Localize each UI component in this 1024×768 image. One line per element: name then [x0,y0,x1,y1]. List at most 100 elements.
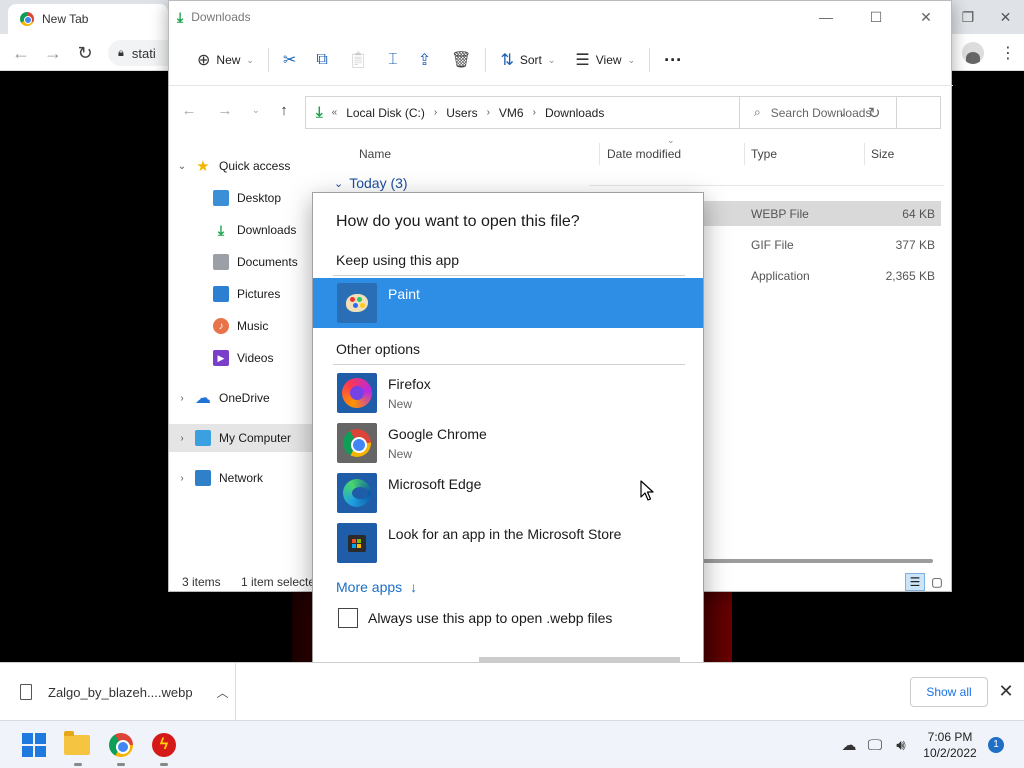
breadcrumb-chevron-icon: › [433,107,438,118]
back-icon[interactable]: ← [10,42,32,64]
more-button[interactable]: ··· [654,44,692,76]
system-tray: ☁ 🖵︎ 🔊︎ [836,721,914,768]
reload-icon[interactable]: ↻ [74,42,96,64]
open-with-dialog: How do you want to open this file? Keep … [312,192,704,715]
profile-icon[interactable] [962,41,984,64]
breadcrumb-users[interactable]: Users [446,106,477,120]
taskbar-red-app[interactable]: ϟ [150,731,178,766]
nav-label: Pictures [237,287,281,301]
file-row[interactable]: WEBP File 64 KB [703,201,941,226]
paste-button[interactable]: 📋︎ [338,44,378,76]
onedrive-offline-icon[interactable]: ☁ [836,736,862,754]
chevron-up-icon[interactable]: ︿ [217,684,229,701]
omnibox[interactable]: 🔒︎ stati [108,40,168,66]
chevron-down-icon: ⌄ [547,54,556,65]
horizontal-scrollbar[interactable] [703,559,933,563]
paint-icon [337,283,377,323]
chevron-down-icon: ⌄ [627,54,636,65]
close-icon[interactable]: ✕ [1000,9,1012,26]
column-name[interactable]: Name [359,147,391,161]
network-icon[interactable]: 🖵︎ [862,737,888,754]
folder-icon [64,731,90,755]
music-icon: ♪ [213,318,229,334]
maximize-icon[interactable]: ☐ [851,1,901,33]
nav-my-computer[interactable]: › My Computer [169,424,319,452]
collapsed-chevron-icon[interactable]: › [177,393,187,404]
expanded-chevron-icon[interactable]: ⌄ [177,161,187,172]
file-row[interactable]: GIF File 377 KB [703,232,941,257]
taskbar-chrome[interactable] [107,731,135,766]
taskbar-file-explorer[interactable] [64,731,92,766]
forward-icon[interactable]: → [214,100,236,122]
nav-label: Desktop [237,191,282,205]
nav-quick-access[interactable]: ⌄ ★ Quick access [177,152,327,180]
group-header[interactable]: ⌄ Today (3) [334,175,408,191]
group-header-label: Today (3) [349,175,408,191]
breadcrumb-vm6[interactable]: VM6 [499,106,524,120]
new-button[interactable]: ⊕ New ⌄ [187,44,264,76]
app-option-chrome[interactable]: Google Chrome New [313,418,703,468]
collapsed-chevron-icon[interactable]: › [177,433,187,444]
overflow-chevron-icon[interactable]: « [332,107,338,118]
close-icon[interactable]: ✕ [901,1,951,33]
volume-icon[interactable]: 🔊︎ [888,737,914,754]
clock[interactable]: 7:06 PM 10/2/2022 [918,729,982,761]
app-name: Paint [388,286,420,302]
column-size[interactable]: Size [871,147,894,161]
sort-button[interactable]: ⇅ Sort ⌄ [490,44,565,76]
nav-onedrive[interactable]: › ☁ OneDrive [177,384,327,412]
breadcrumb-local-disk[interactable]: Local Disk (C:) [346,106,425,120]
kebab-menu-icon[interactable]: ⋮ [1000,43,1016,63]
close-icon[interactable]: ✕ [996,681,1016,701]
app-option-store[interactable]: Look for an app in the Microsoft Store [313,518,703,568]
app-name: Firefox [388,376,431,392]
column-date-modified[interactable]: Date modified [607,147,681,161]
delete-button[interactable]: 🗑︎ [441,44,481,76]
always-use-checkbox[interactable] [338,608,358,628]
search-input[interactable]: ⌕ Search Downloads [739,96,941,129]
downloads-icon: ⤓ [217,221,225,238]
rename-button[interactable]: ⌶ [378,44,408,76]
minimize-icon[interactable]: — [801,1,851,33]
cut-button[interactable]: ✂ [273,44,306,76]
downloads-icon: ⤓ [177,8,184,25]
app-option-firefox[interactable]: Firefox New [313,368,703,418]
back-icon[interactable]: ← [178,100,200,122]
view-button[interactable]: ☰ View ⌄ [565,44,645,76]
share-button[interactable]: ⇪ [408,44,441,76]
windows-start-icon[interactable] [20,731,48,759]
command-bar: ⊕ New ⌄ ✂ ⧉ 📋︎ ⌶ ⇪ 🗑︎ ⇅ Sort ⌄ ☰ View ⌄ … [169,39,953,81]
running-indicator [160,763,168,766]
column-type[interactable]: Type [751,147,777,161]
copy-button[interactable]: ⧉ [306,44,337,76]
file-size: 377 KB [895,238,935,252]
up-icon[interactable]: ↑ [273,100,295,122]
desktop-icon [213,190,229,206]
show-all-button[interactable]: Show all [910,677,988,707]
view-label: View [595,53,622,67]
divider [485,48,487,72]
always-use-row[interactable]: Always use this app to open .webp files [338,608,612,628]
browser-tab[interactable]: New Tab [8,4,168,34]
arrow-down-icon: ↓ [410,579,418,595]
chrome-icon [337,423,377,463]
collapsed-chevron-icon[interactable]: › [177,473,187,484]
details-view-icon[interactable]: ☰ [905,573,925,591]
explorer-title: Downloads [191,10,251,24]
nav-network[interactable]: › Network [177,464,327,492]
download-item[interactable]: Zalgo_by_blazeh....webp ︿ [0,663,236,721]
breadcrumb-downloads[interactable]: Downloads [545,106,604,120]
sort-label: Sort [519,53,542,67]
omnibox-text: stati [131,45,156,61]
notification-badge[interactable]: 1 [988,737,1004,753]
app-option-paint[interactable]: Paint [313,278,703,328]
download-filename: Zalgo_by_blazeh....webp [48,684,193,700]
file-row[interactable]: Application 2,365 KB [703,263,941,288]
clock-date: 10/2/2022 [923,746,977,760]
recent-chevron-icon[interactable]: ⌄ [245,100,267,122]
tiles-view-icon[interactable]: ▢ [927,573,947,591]
divider [649,48,651,72]
restore-icon[interactable]: ❐ [962,9,975,26]
forward-icon[interactable]: → [42,42,64,64]
more-apps-link[interactable]: More apps ↓ [336,579,417,595]
